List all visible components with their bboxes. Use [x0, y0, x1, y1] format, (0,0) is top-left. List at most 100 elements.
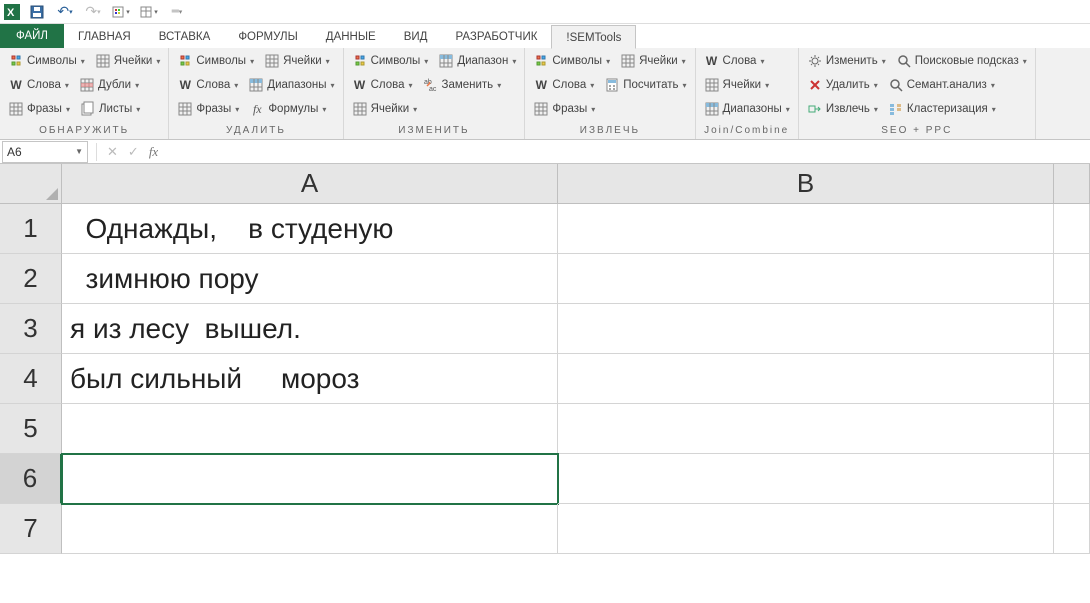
ribbon-command[interactable]: Ячейки▾ — [262, 50, 332, 72]
row-header[interactable]: 5 — [0, 404, 62, 454]
qat-button-1[interactable]: ▾ — [112, 3, 130, 21]
cell[interactable] — [62, 404, 558, 454]
command-label: Кластеризация — [907, 103, 988, 115]
svg-text:ac: ac — [429, 86, 437, 93]
column-header-b[interactable]: B — [558, 164, 1054, 204]
ribbon-command[interactable]: Фразы▾ — [175, 98, 241, 120]
table-row: зимнюю пору — [62, 254, 1090, 304]
table-row — [62, 504, 1090, 554]
save-icon[interactable] — [28, 3, 46, 21]
name-box-dropdown-icon[interactable]: ▼ — [75, 147, 83, 156]
cell[interactable] — [62, 454, 558, 504]
ribbon-command[interactable]: Листы▾ — [78, 98, 142, 120]
cell[interactable] — [558, 454, 1054, 504]
cell[interactable] — [558, 354, 1054, 404]
command-icon — [438, 53, 454, 69]
ribbon-command[interactable]: Диапазоны▾ — [246, 74, 336, 96]
column-header-a[interactable]: A — [62, 164, 558, 204]
dropdown-icon: ▾ — [413, 105, 417, 114]
qat-button-2[interactable]: ▾ — [140, 3, 158, 21]
ribbon-command[interactable]: Посчитать▾ — [602, 74, 688, 96]
row-header[interactable]: 7 — [0, 504, 62, 554]
ribbon-command[interactable]: Фразы▾ — [6, 98, 72, 120]
command-icon — [8, 101, 24, 117]
tab-data[interactable]: ДАННЫЕ — [312, 24, 390, 48]
ribbon-command[interactable]: fxФормулы▾ — [247, 98, 328, 120]
cell[interactable] — [62, 504, 558, 554]
row-header[interactable]: 6 — [0, 454, 62, 504]
ribbon-command[interactable]: Ячейки▾ — [350, 98, 420, 120]
formula-bar: A6 ▼ ✕ ✓ fx — [0, 140, 1090, 164]
cell[interactable] — [558, 504, 1054, 554]
tab-home[interactable]: ГЛАВНАЯ — [64, 24, 145, 48]
ribbon-command[interactable]: Диапазон▾ — [436, 50, 518, 72]
ribbon-command[interactable]: Семант.анализ▾ — [886, 74, 997, 96]
ribbon-command[interactable]: Кластеризация▾ — [886, 98, 998, 120]
fx-icon[interactable]: fx — [149, 144, 158, 160]
ribbon-command[interactable]: WСлова▾ — [350, 74, 415, 96]
ribbon-command[interactable]: WСлова▾ — [175, 74, 240, 96]
tab-file[interactable]: ФАЙЛ — [0, 24, 64, 48]
command-icon — [704, 101, 720, 117]
enter-icon[interactable]: ✓ — [128, 144, 139, 160]
ribbon-command[interactable]: Изменить▾ — [805, 50, 888, 72]
ribbon-command[interactable]: Фразы▾ — [531, 98, 597, 120]
dropdown-icon: ▾ — [408, 81, 412, 90]
formula-input[interactable] — [164, 141, 1090, 163]
command-label: Заменить — [442, 79, 494, 91]
ribbon-command[interactable]: Ячейки▾ — [702, 74, 772, 96]
ribbon-command[interactable]: Символы▾ — [175, 50, 256, 72]
command-label: Поисковые подсказ — [915, 55, 1019, 67]
qat-customize[interactable]: ═▾ — [168, 3, 186, 21]
ribbon-command[interactable]: WСлова▾ — [6, 74, 71, 96]
cell[interactable] — [1054, 204, 1090, 254]
command-label: Удалить — [826, 79, 870, 91]
cell[interactable] — [1054, 354, 1090, 404]
row-header[interactable]: 1 — [0, 204, 62, 254]
name-box[interactable]: A6 ▼ — [2, 141, 88, 163]
ribbon-command[interactable]: Извлечь▾ — [805, 98, 880, 120]
undo-button[interactable]: ↶▾ — [56, 3, 74, 21]
row-header[interactable]: 2 — [0, 254, 62, 304]
cell[interactable] — [558, 404, 1054, 454]
tab-semtools[interactable]: !SEMTools — [551, 25, 636, 49]
ribbon-command[interactable]: Диапазоны▾ — [702, 98, 792, 120]
column-header-c[interactable] — [1054, 164, 1090, 204]
cell[interactable]: я из лесу вышел. — [62, 304, 558, 354]
cell[interactable] — [1054, 504, 1090, 554]
command-label: Ячейки — [371, 103, 410, 115]
ribbon-command[interactable]: Символы▾ — [531, 50, 612, 72]
row-header[interactable]: 3 — [0, 304, 62, 354]
ribbon-command[interactable]: Ячейки▾ — [93, 50, 163, 72]
cell[interactable] — [1054, 254, 1090, 304]
ribbon-command[interactable]: WСлова▾ — [702, 50, 767, 72]
cell[interactable]: был сильный мороз — [62, 354, 558, 404]
cell[interactable] — [1054, 454, 1090, 504]
command-label: Символы — [196, 55, 246, 67]
cell[interactable] — [558, 254, 1054, 304]
redo-button[interactable]: ↷▾ — [84, 3, 102, 21]
ribbon-command[interactable]: Поисковые подсказ▾ — [894, 50, 1029, 72]
ribbon-command[interactable]: Дубли▾ — [77, 74, 141, 96]
cell[interactable] — [558, 204, 1054, 254]
ribbon-command[interactable]: abacЗаменить▾ — [421, 74, 504, 96]
ribbon-command[interactable]: WСлова▾ — [531, 74, 596, 96]
cell[interactable]: Однажды, в студеную — [62, 204, 558, 254]
ribbon-command[interactable]: Символы▾ — [6, 50, 87, 72]
cell[interactable]: зимнюю пору — [62, 254, 558, 304]
tab-developer[interactable]: РАЗРАБОТЧИК — [441, 24, 551, 48]
ribbon-command[interactable]: Удалить▾ — [805, 74, 880, 96]
select-all-corner[interactable] — [0, 164, 62, 204]
tab-formulas[interactable]: ФОРМУЛЫ — [224, 24, 311, 48]
cancel-icon[interactable]: ✕ — [107, 144, 118, 160]
tab-view[interactable]: ВИД — [390, 24, 442, 48]
ribbon-command[interactable]: Ячейки▾ — [618, 50, 688, 72]
row-header[interactable]: 4 — [0, 354, 62, 404]
cell[interactable] — [558, 304, 1054, 354]
dropdown-icon: ▾ — [786, 105, 790, 114]
command-icon — [533, 101, 549, 117]
cell[interactable] — [1054, 404, 1090, 454]
cell[interactable] — [1054, 304, 1090, 354]
ribbon-command[interactable]: Символы▾ — [350, 50, 431, 72]
tab-insert[interactable]: ВСТАВКА — [145, 24, 225, 48]
